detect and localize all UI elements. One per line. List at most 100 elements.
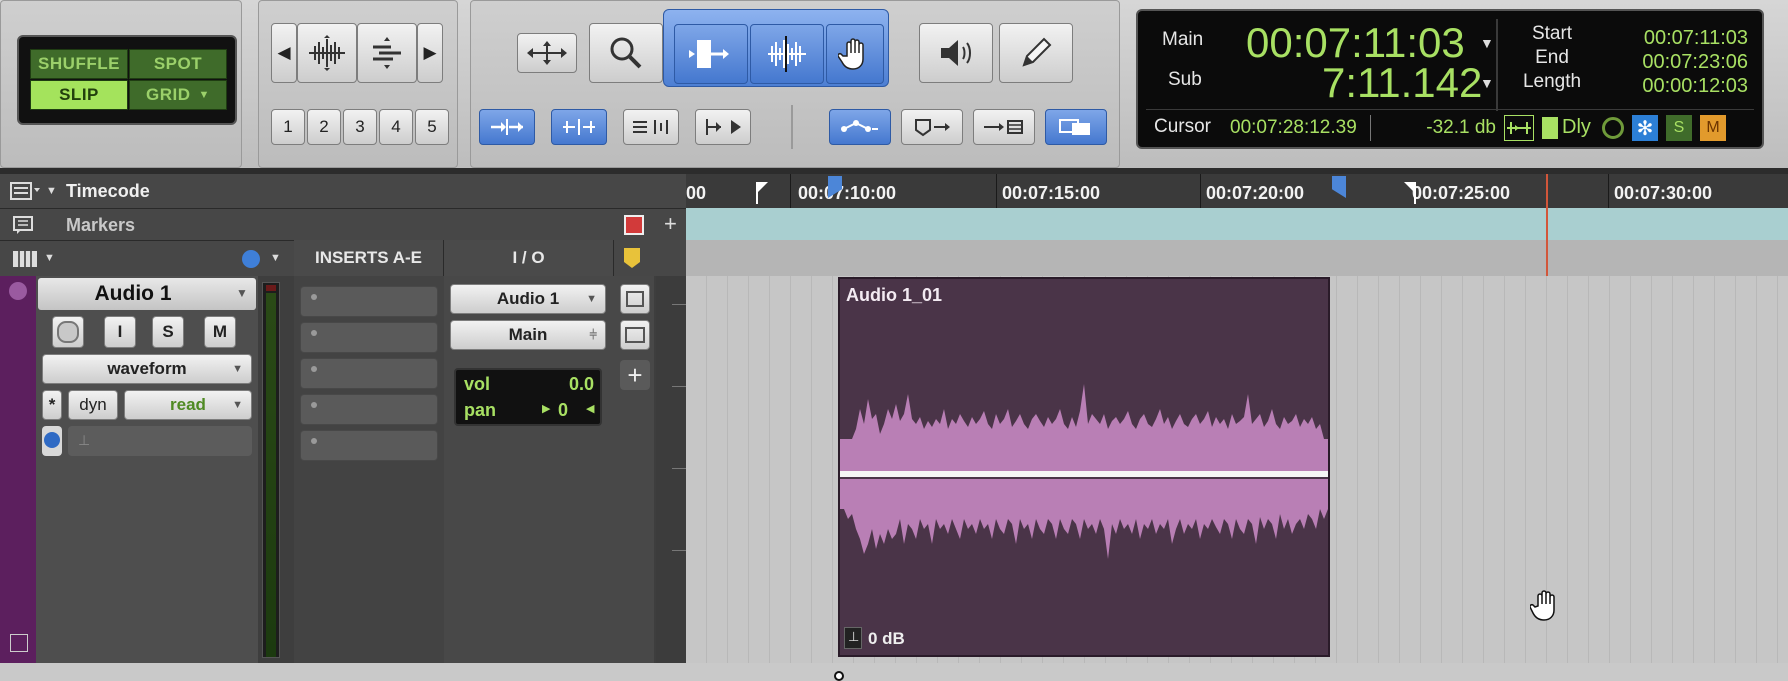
start-value[interactable]: 00:07:11:03 <box>1578 27 1748 50</box>
solo-button[interactable]: S <box>152 316 184 348</box>
spot-mode-button[interactable]: SPOT <box>129 49 227 79</box>
meter-bar <box>266 293 276 657</box>
sub-counter-dropdown-icon[interactable]: ▼ <box>1480 75 1494 91</box>
postroll-flag-icon[interactable] <box>1404 182 1416 204</box>
cursor-label: Cursor <box>1154 116 1212 137</box>
selection-start-marker-icon[interactable] <box>828 176 842 206</box>
output-selector[interactable]: Main ⫩ <box>450 320 606 350</box>
slip-mode-button[interactable]: SLIP <box>30 80 128 110</box>
clip-gain-node-icon[interactable] <box>834 671 844 681</box>
insert-slot-e[interactable] <box>300 430 438 461</box>
scrubber-tool-button[interactable] <box>919 23 993 83</box>
add-marker-plus-icon[interactable]: + <box>664 211 677 237</box>
zoom-in-horizontal-button[interactable]: ▶ <box>417 23 443 83</box>
inserts-column-header[interactable]: INSERTS A-E <box>294 240 444 276</box>
ruler-tick <box>1608 174 1609 210</box>
track-height-icon[interactable] <box>12 250 38 268</box>
selector-tool-button[interactable] <box>750 24 824 84</box>
zoomer-tool-button[interactable] <box>589 23 663 83</box>
timebase-dropdown-icon[interactable]: ▼ <box>270 252 281 264</box>
freeze-icon[interactable]: ✻ <box>1632 115 1658 141</box>
input-selector[interactable]: Audio 1 ▼ <box>450 284 606 314</box>
insert-slot-b[interactable] <box>300 322 438 353</box>
track-comment-field[interactable]: ⊥ <box>68 426 252 456</box>
window-stack-icon <box>1059 119 1090 135</box>
automation-mode-dropdown-icon: ▼ <box>232 399 243 411</box>
track-name-dropdown-icon[interactable]: ▼ <box>236 286 248 300</box>
zoom-preset-5[interactable]: 5 <box>415 109 449 145</box>
selection-end-marker-icon[interactable] <box>1332 176 1346 206</box>
audio-zoom-button[interactable] <box>297 23 357 83</box>
clip-gain-value[interactable]: 0 dB <box>868 629 905 649</box>
track-comments-button[interactable] <box>620 320 650 350</box>
mute-indicator[interactable]: M <box>1700 115 1726 141</box>
zoom-preset-1[interactable]: 1 <box>271 109 305 145</box>
shuffle-mode-button[interactable]: SHUFFLE <box>30 49 128 79</box>
zoom-out-horizontal-button[interactable]: ◀ <box>271 23 297 83</box>
sync-status-icon[interactable] <box>1602 117 1624 139</box>
insert-slot-a[interactable] <box>300 286 438 317</box>
track-output-window-button[interactable] <box>620 284 650 314</box>
tab-to-transients-button[interactable] <box>479 109 535 145</box>
link-timeline-button[interactable] <box>551 109 607 145</box>
solo-indicator[interactable]: S <box>1666 115 1692 141</box>
pencil-tool-button[interactable] <box>999 23 1073 83</box>
audio-clip[interactable]: Audio 1_01 ⊥ 0 dB <box>834 277 1330 681</box>
grabber-tool-button[interactable] <box>826 24 884 84</box>
document-icon[interactable] <box>1542 117 1558 139</box>
track-color-bar[interactable] <box>0 276 36 663</box>
ruler-tick-label: 00:07:25:00 <box>1412 183 1511 203</box>
io-column-header[interactable]: I / O <box>444 240 614 276</box>
markers-ruler-label: Markers <box>66 215 136 235</box>
zoom-preset-4[interactable]: 4 <box>379 109 413 145</box>
markers-ruler[interactable] <box>686 208 1788 240</box>
insertion-follows-playback-button[interactable] <box>695 109 751 145</box>
grid-mode-button[interactable]: GRID ▼ <box>129 80 227 110</box>
main-counter-dropdown-icon[interactable]: ▼ <box>1480 35 1494 51</box>
automation-mode-selector[interactable]: read ▼ <box>124 390 252 420</box>
markers-comment-icon[interactable] <box>12 215 36 235</box>
record-enable-button[interactable] <box>52 316 84 348</box>
zoom-toggle-view-button[interactable] <box>1045 109 1107 145</box>
timebase-clock-icon[interactable] <box>242 250 260 268</box>
timecode-ruler[interactable]: 00 00:07:10:00 00:07:15:00 00:07:20:00 0… <box>686 174 1788 210</box>
clip-gain-fader-icon[interactable]: ⊥ <box>844 627 862 649</box>
playhead-cursor-line <box>1546 174 1548 276</box>
insert-slot-d[interactable] <box>300 394 438 425</box>
trim-tool-button[interactable] <box>674 24 748 84</box>
track-name-field[interactable]: Audio 1 ▼ <box>38 278 256 310</box>
timebase-button[interactable] <box>42 426 62 456</box>
preroll-flag-icon[interactable] <box>756 182 768 204</box>
marker-shield-icon[interactable] <box>624 248 640 268</box>
ruler-dropdown-icon[interactable]: ▼ <box>46 185 57 197</box>
zoom-preset-2[interactable]: 2 <box>307 109 341 145</box>
pan-value[interactable]: 0 <box>558 400 568 421</box>
ruler-view-menu-icon[interactable] <box>10 181 40 201</box>
length-value[interactable]: 00:00:12:03 <box>1578 75 1748 98</box>
sub-counter-value[interactable]: 7:11.142 <box>1322 59 1482 107</box>
zoom-toggle-button[interactable] <box>517 33 577 73</box>
track-view-selector[interactable]: waveform ▼ <box>42 354 252 384</box>
vol-value[interactable]: 0.0 <box>536 374 594 395</box>
track-resize-icon[interactable] <box>10 634 28 652</box>
mute-button[interactable]: M <box>204 316 236 348</box>
track-select-dot-icon[interactable] <box>9 282 27 300</box>
delay-compensation-button[interactable] <box>1504 115 1534 141</box>
dly-label[interactable]: Dly <box>1562 116 1591 139</box>
clip-list-follow-button[interactable] <box>973 109 1035 145</box>
track-view-dropdown-icon[interactable]: ▼ <box>44 252 55 264</box>
marker-follow-button[interactable] <box>901 109 963 145</box>
edit-group-star-button[interactable]: * <box>42 390 62 420</box>
zoom-preset-3[interactable]: 3 <box>343 109 377 145</box>
ruler-tick-label: 00:07:10:00 <box>798 183 897 203</box>
input-monitor-button[interactable]: I <box>104 316 136 348</box>
dynamic-plugin-button[interactable]: dyn <box>68 390 118 420</box>
add-track-plus-icon[interactable]: + <box>620 360 650 390</box>
link-track-edit-button[interactable] <box>623 109 679 145</box>
midi-zoom-button[interactable] <box>357 23 417 83</box>
end-value[interactable]: 00:07:23:06 <box>1578 51 1748 74</box>
hand-cursor-icon <box>1530 590 1555 621</box>
markers-record-icon[interactable] <box>624 215 644 235</box>
insert-slot-c[interactable] <box>300 358 438 389</box>
mirrored-midi-button[interactable] <box>829 109 891 145</box>
